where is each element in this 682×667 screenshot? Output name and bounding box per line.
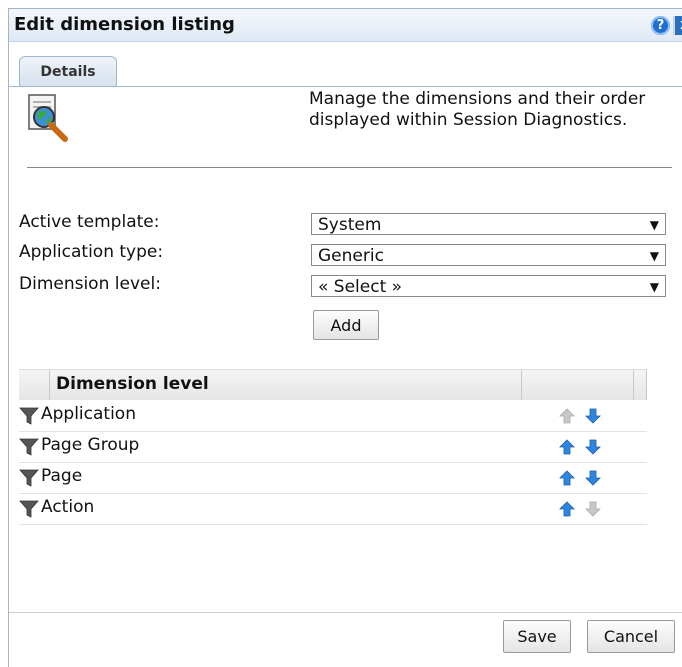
grid-header-divider <box>646 370 647 400</box>
header-separator <box>27 167 672 168</box>
grid-header-divider <box>521 370 522 400</box>
table-row[interactable]: Page Group <box>19 431 647 463</box>
tab-divider <box>9 86 682 87</box>
filter-icon <box>19 468 39 488</box>
move-down-icon[interactable] <box>585 439 601 455</box>
active-template-select[interactable]: System ▼ <box>311 213 666 235</box>
close-icon[interactable]: x <box>673 16 682 35</box>
filter-icon <box>19 437 39 457</box>
help-icon[interactable]: ? <box>651 16 670 35</box>
active-template-value: System <box>318 215 382 235</box>
move-up-icon[interactable] <box>559 439 575 455</box>
active-template-label: Active template: <box>19 212 160 232</box>
table-row[interactable]: Page <box>19 462 647 494</box>
footer-separator <box>9 612 682 613</box>
application-type-value: Generic <box>318 246 384 266</box>
move-up-icon[interactable] <box>559 501 575 517</box>
dimension-name: Application <box>41 404 136 424</box>
dimension-name: Page Group <box>41 435 140 455</box>
dialog-titlebar: Edit dimension listing ? x <box>9 9 682 42</box>
cancel-button[interactable]: Cancel <box>587 620 675 653</box>
dimension-name: Action <box>41 497 95 517</box>
dimension-level-label: Dimension level: <box>19 274 161 294</box>
application-type-select[interactable]: Generic ▼ <box>311 244 666 266</box>
move-up-icon[interactable] <box>559 470 575 486</box>
grid-header-divider <box>633 370 634 400</box>
dialog-title: Edit dimension listing <box>14 14 235 35</box>
tab-details-label: Details <box>40 64 96 80</box>
dimension-level-select[interactable]: « Select » ▼ <box>311 275 666 297</box>
dialog-description: Manage the dimensions and their order di… <box>309 89 646 130</box>
chevron-down-icon: ▼ <box>649 218 659 232</box>
grid-header: Dimension level <box>19 369 647 400</box>
table-row[interactable]: Action <box>19 493 647 525</box>
save-button[interactable]: Save <box>503 620 571 653</box>
grid-header-icon-col <box>19 370 50 400</box>
chevron-down-icon: ▼ <box>649 249 659 263</box>
table-row[interactable]: Application <box>19 400 647 432</box>
move-down-icon[interactable] <box>585 408 601 424</box>
application-type-label: Application type: <box>19 242 164 262</box>
move-up-icon <box>559 408 575 424</box>
dimension-level-value: « Select » <box>318 277 403 297</box>
close-glyph: x <box>675 16 682 35</box>
tab-details[interactable]: Details <box>19 56 117 87</box>
filter-icon <box>19 406 39 426</box>
chevron-down-icon: ▼ <box>649 280 659 294</box>
add-button[interactable]: Add <box>313 310 379 340</box>
dimension-name: Page <box>41 466 83 486</box>
grid-header-dimension-level: Dimension level <box>56 374 209 394</box>
move-down-icon <box>585 501 601 517</box>
edit-dimension-dialog: Edit dimension listing ? x Details Manag… <box>8 8 682 667</box>
move-down-icon[interactable] <box>585 470 601 486</box>
filter-icon <box>19 499 39 519</box>
magnifier-globe-icon <box>28 94 68 142</box>
